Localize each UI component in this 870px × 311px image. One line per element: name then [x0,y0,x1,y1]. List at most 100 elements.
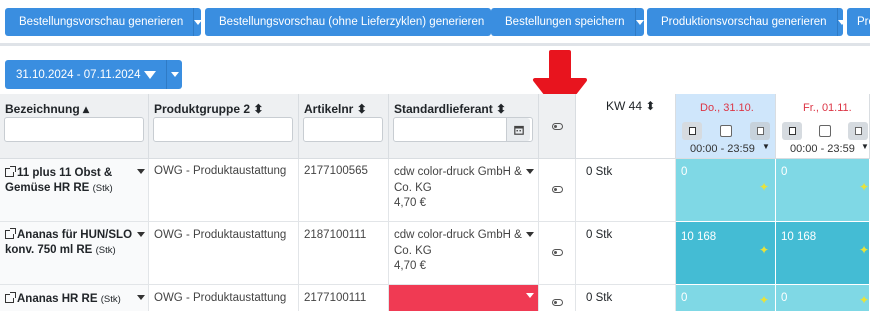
row-menu-caret-icon[interactable] [137,169,145,174]
column-header-lieferant[interactable]: Standardlieferant ⬍ [389,94,539,159]
row-menu-caret-icon[interactable] [137,295,145,300]
artikelnr-cell: 2187100111 [299,222,389,285]
toggle-icon[interactable] [552,299,563,306]
artnr-value: 2187100111 [304,229,367,241]
generate-order-preview-button[interactable]: Bestellungsvorschau generieren [5,8,203,36]
external-link-icon [5,292,16,303]
sort-icon: ⬍ [645,99,656,113]
toggle-icon[interactable] [552,186,563,193]
product-name[interactable]: Ananas für HUN/SLO konv. 750 ml RE (Stk) [5,228,132,258]
dropdown-toggle[interactable] [836,8,846,36]
sort-icon: ⬍ [253,102,264,116]
kw-cell: 0 Stk [576,159,676,222]
column-header-day-2[interactable]: Fr., 01.11. 00:00 - 23:59 ▼ [776,94,870,159]
date-range-filter-button[interactable]: 31.10.2024 - 07.11.2024 [5,60,182,89]
paste-day-button[interactable] [848,122,868,140]
produktgruppe-cell: OWG - Produktaustattung [149,285,299,311]
day-2-cell[interactable]: 10 168 ✦ [776,222,870,285]
dropdown-toggle[interactable] [166,60,182,89]
generate-production-preview-button[interactable]: Produktionsvorschau generieren [647,8,846,36]
artnr-value: 2177100111 [304,292,367,304]
copy-icon [685,125,696,135]
copy-icon [785,125,796,135]
production-button-truncated[interactable]: Pro [847,8,870,36]
supplier-value: cdw color-druck GmbH & Co. KG 4,70 € [394,166,522,209]
kw-value: 0 Stk [586,229,613,241]
bezeichnung-cell: Ananas für HUN/SLO konv. 750 ml RE (Stk) [0,222,149,285]
lieferant-cell-missing[interactable] [389,285,539,311]
supplier-dropdown-caret-icon[interactable] [526,293,534,298]
caret-down-icon [635,19,644,25]
time-range: 00:00 - 23:59 [690,143,755,155]
toggle-cell [539,159,576,222]
group-value: OWG - Produktaustattung [154,165,287,177]
sort-icon: ⬍ [496,102,507,116]
produktgruppe-filter-input[interactable] [153,117,293,142]
day-1-cell[interactable]: 0 ✦ [676,285,776,311]
copy-day-button[interactable] [682,122,702,140]
copy-day-button[interactable] [782,122,802,140]
sparkle-icon: ✦ [759,180,770,194]
lieferant-cell[interactable]: cdw color-druck GmbH & Co. KG 4,70 € [389,222,539,285]
calendar-icon [513,125,524,135]
sparkle-icon: ✦ [859,243,870,257]
date-range-label: 31.10.2024 - 07.11.2024 [16,68,141,81]
paste-day-button[interactable] [750,122,770,140]
column-title: KW 44 ⬍ [606,99,656,113]
column-header-bezeichnung[interactable]: Bezeichnung ▴ [0,94,149,159]
save-orders-button[interactable]: Bestellungen speichern [491,8,644,36]
column-title: Standardlieferant ⬍ [394,102,507,116]
column-title: Bezeichnung ▴ [5,102,90,116]
artikelnr-cell: 2177100565 [299,159,389,222]
day-value: 0 [781,292,788,304]
day-value: 0 [781,166,788,178]
sparkle-icon: ✦ [859,293,870,307]
artikelnr-cell: 2177100111 [299,285,389,311]
column-header-produktgruppe[interactable]: Produktgruppe 2 ⬍ [149,94,299,159]
button-label: Bestellungen speichern [505,16,625,28]
caret-down-icon [194,19,203,25]
day-2-cell[interactable]: 0 ✦ [776,285,870,311]
chevron-down-icon[interactable]: ▼ [861,142,869,151]
column-header-kw[interactable]: KW 44 ⬍ [576,94,676,159]
bezeichnung-filter-input[interactable] [4,117,144,142]
kw-value: 0 Stk [586,166,613,178]
day-value: 0 [681,292,688,304]
row-menu-caret-icon[interactable] [137,232,145,237]
button-label: Pro [857,16,870,28]
dropdown-toggle[interactable] [193,8,203,36]
paste-icon [753,125,764,135]
external-link-icon [5,166,16,177]
product-name[interactable]: Ananas HR RE (Stk) [5,292,121,307]
caret-down-icon [837,19,846,25]
day-2-cell[interactable]: 0 ✦ [776,159,870,222]
day-1-cell[interactable]: 0 ✦ [676,159,776,222]
external-link-icon [5,228,16,239]
artikelnr-filter-input[interactable] [303,117,383,142]
produktgruppe-cell: OWG - Produktaustattung [149,222,299,285]
produktgruppe-cell: OWG - Produktaustattung [149,159,299,222]
column-header-day-1[interactable]: Do., 31.10. 00:00 - 23:59 ▼ [676,94,776,159]
supplier-dropdown-caret-icon[interactable] [526,232,534,237]
day-value: 10 168 [681,231,717,243]
day-label: Fr., 01.11. [803,102,852,114]
toggle-cell [539,285,576,311]
supplier-value: cdw color-druck GmbH & Co. KG 4,70 € [394,229,522,272]
dropdown-toggle[interactable] [634,8,644,36]
kw-value: 0 Stk [586,292,613,304]
toggle-icon[interactable] [552,123,563,130]
product-name[interactable]: 11 plus 11 Obst & Gemüse HR RE (Stk) [5,166,113,196]
chevron-down-icon[interactable]: ▼ [762,142,770,151]
filter-icon [144,70,157,79]
toggle-icon[interactable] [552,249,563,256]
supplier-dropdown-caret-icon[interactable] [526,169,534,174]
toolbar-divider [0,43,870,46]
day-checkbox[interactable] [819,125,831,137]
day-1-cell[interactable]: 10 168 ✦ [676,222,776,285]
generate-order-preview-no-cycles-button[interactable]: Bestellungsvorschau (ohne Lieferzyklen) … [205,8,504,36]
day-checkbox[interactable] [720,125,732,137]
calendar-button[interactable] [506,118,530,141]
column-header-artikelnr[interactable]: Artikelnr ⬍ [299,94,389,159]
lieferant-cell[interactable]: cdw color-druck GmbH & Co. KG 4,70 € [389,159,539,222]
group-value: OWG - Produktaustattung [154,292,287,304]
